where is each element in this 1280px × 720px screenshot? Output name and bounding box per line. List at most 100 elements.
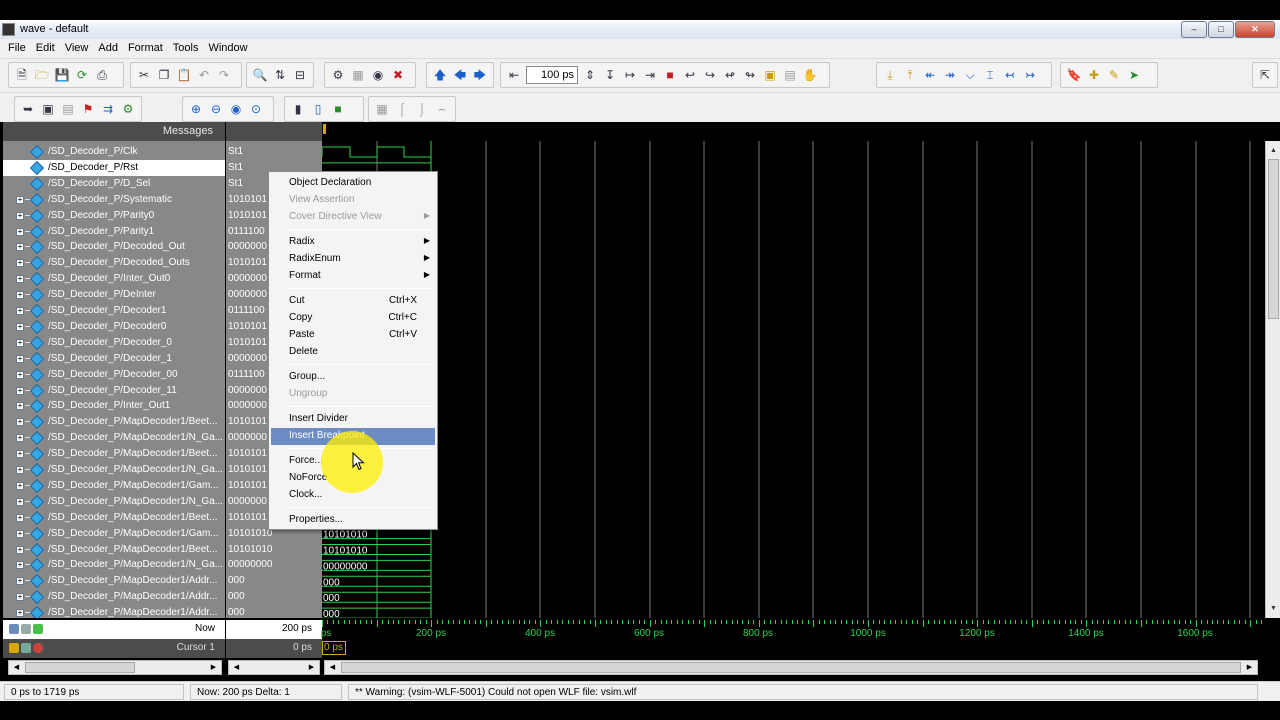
signal-row[interactable]: + /SD_Decoder_P/MapDecoder1/N_Ga... [3,430,225,446]
add-cursor-icon[interactable]: ⤓ [882,67,898,83]
cursor-grid-icon[interactable] [21,624,31,634]
signal-row[interactable]: + /SD_Decoder_P/MapDecoder1/Beet... [3,510,225,526]
format-analog-icon[interactable]: ⌢ [434,101,450,117]
run-length-input[interactable] [526,66,578,84]
expand-icon[interactable]: + [16,228,24,236]
signal-row[interactable]: + /SD_Decoder_P/Decoder_0 [3,335,225,351]
add-bookmark-icon[interactable]: ✚ [1086,67,1102,83]
signal-row[interactable]: + /SD_Decoder_P/MapDecoder1/Beet... [3,446,225,462]
signal-row[interactable]: + /SD_Decoder_P/Inter_Out1 [3,398,225,414]
menu-item-copy[interactable]: Copy Ctrl+C [271,310,435,327]
layout-middle-icon[interactable]: ▯ [310,101,326,117]
time-ruler[interactable]: ps 200 ps 400 ps 600 ps 800 ps 1000 ps 1… [321,620,1265,658]
signal-row[interactable]: + /SD_Decoder_P/Decoder_11 [3,383,225,399]
wave-scroll-right-icon[interactable]: ▶ [1243,661,1256,674]
menu-item-cover-directive-view[interactable]: Cover Directive View ▶ [271,209,435,226]
value-scroll-left-icon[interactable]: ◀ [230,661,243,674]
cursor-marker[interactable] [323,124,326,134]
menu-window[interactable]: Window [204,39,253,58]
split-icon[interactable]: ⇉ [100,101,116,117]
zoom-full-icon[interactable]: ◉ [228,101,244,117]
vertical-scroll-thumb[interactable] [1268,159,1279,319]
next-transition-icon[interactable]: ↣ [1022,67,1038,83]
signal-row[interactable]: + /SD_Decoder_P/Systematic [3,192,225,208]
cursor-time-box[interactable]: 0 ps [322,641,346,655]
signal-row[interactable]: + /SD_Decoder_P/MapDecoder1/Addr... [3,605,225,618]
edit-select-icon[interactable]: ▤ [60,101,76,117]
prev-edge-icon[interactable]: ↞ [922,67,938,83]
zoom-cursor-icon[interactable]: ⊙ [248,101,264,117]
expand-icon[interactable]: + [16,514,24,522]
signal-row[interactable]: + /SD_Decoder_P/Decoder0 [3,319,225,335]
signal-row[interactable]: + /SD_Decoder_P/MapDecoder1/Beet... [3,542,225,558]
expand-icon[interactable]: + [16,371,24,379]
menu-item-cut[interactable]: Cut Ctrl+X [271,293,435,310]
signal-row[interactable]: + /SD_Decoder_P/Decoded_Out [3,239,225,255]
lock-cursor-icon[interactable] [9,643,19,653]
falling-edge-icon[interactable]: ⌵ [962,67,978,83]
expand-icon[interactable]: + [16,434,24,442]
signal-row[interactable]: + /SD_Decoder_P/MapDecoder1/Gam... [3,526,225,542]
open-folder-icon[interactable]: 🗁 [34,67,50,83]
menu-tools[interactable]: Tools [169,39,205,58]
continue-run-icon[interactable]: ↦ [622,67,638,83]
expand-icon[interactable]: + [16,291,24,299]
edit-bookmark-icon[interactable]: ✎ [1106,67,1122,83]
print-icon[interactable]: ⎙ [94,67,110,83]
expand-icon[interactable]: + [16,561,24,569]
layout-right-icon[interactable]: ■ [330,101,346,117]
forward-arrow-icon[interactable]: 🡆 [472,67,488,83]
expand-icon[interactable]: + [16,355,24,363]
signal-row[interactable]: + /SD_Decoder_P/MapDecoder1/Addr... [3,589,225,605]
wave-edit-icon[interactable]: ⇱ [1258,67,1272,83]
close-button[interactable]: ✕ [1235,21,1275,38]
signal-row[interactable]: + /SD_Decoder_P/Decoder_00 [3,367,225,383]
expand-icon[interactable]: + [16,546,24,554]
expand-icon[interactable]: + [16,418,24,426]
menu-item-format[interactable]: Format ▶ [271,268,435,285]
delete-cursor-icon[interactable]: ⤒ [902,67,918,83]
wave-hscroll-thumb[interactable] [341,662,1241,673]
scroll-down-icon[interactable]: ▼ [1267,602,1280,615]
waveform-canvas[interactable]: 101010101010101000000000000000000 [322,141,1265,618]
wave-scroll-left-icon[interactable]: ◀ [326,661,339,674]
signal-row[interactable]: + /SD_Decoder_P/Parity1 [3,224,225,240]
step-back-icon[interactable]: ↬ [742,67,758,83]
expand-icon[interactable]: + [16,609,24,617]
collapse-icon[interactable]: ⊟ [292,67,308,83]
expand-icon[interactable]: + [16,259,24,267]
expand-icon[interactable]: + [16,323,24,331]
expand-icon[interactable]: + [16,387,24,395]
next-edge-icon[interactable]: ↠ [942,67,958,83]
signal-row[interactable]: + /SD_Decoder_P/MapDecoder1/N_Ga... [3,462,225,478]
menu-file[interactable]: File [4,39,32,58]
expand-icon[interactable]: + [16,466,24,474]
signal-row[interactable]: + /SD_Decoder_P/Decoder1 [3,303,225,319]
menu-item-group[interactable]: Group... [271,369,435,386]
menu-item-insert-divider[interactable]: Insert Divider [271,411,435,428]
expand-icon[interactable]: + [16,450,24,458]
menu-item-radix[interactable]: Radix ▶ [271,234,435,251]
run-length-spinner-icon[interactable]: ⇕ [582,67,598,83]
menu-edit[interactable]: Edit [32,39,61,58]
expand-icon[interactable]: + [16,243,24,251]
dataflow-icon[interactable]: ⚙ [120,101,136,117]
vertical-scrollbar[interactable]: ▲ ▼ [1265,141,1280,618]
signal-row[interactable]: /SD_Decoder_P/Rst [3,160,225,176]
expand-icon[interactable]: + [16,530,24,538]
expand-icon[interactable]: + [16,577,24,585]
simulate-icon[interactable]: ◉ [370,67,386,83]
cut-icon[interactable]: ✂ [136,67,152,83]
format-event-icon[interactable]: ⌡ [414,101,430,117]
wave-hscroll[interactable]: ◀ ▶ [324,660,1258,675]
reload-icon[interactable]: ⟳ [74,67,90,83]
stop-icon[interactable]: ■ [662,67,678,83]
add-cursor-small-icon[interactable] [9,624,19,634]
signal-row[interactable]: + /SD_Decoder_P/MapDecoder1/N_Ga... [3,557,225,573]
signal-row[interactable]: /SD_Decoder_P/D_Sel [3,176,225,192]
prev-transition-icon[interactable]: ↢ [1002,67,1018,83]
menu-item-paste[interactable]: Paste Ctrl+V [271,327,435,344]
format-literal-icon[interactable]: ▦ [374,101,390,117]
edit-cursor-icon[interactable] [21,643,31,653]
menu-item-object-declaration[interactable]: Object Declaration [271,175,435,192]
